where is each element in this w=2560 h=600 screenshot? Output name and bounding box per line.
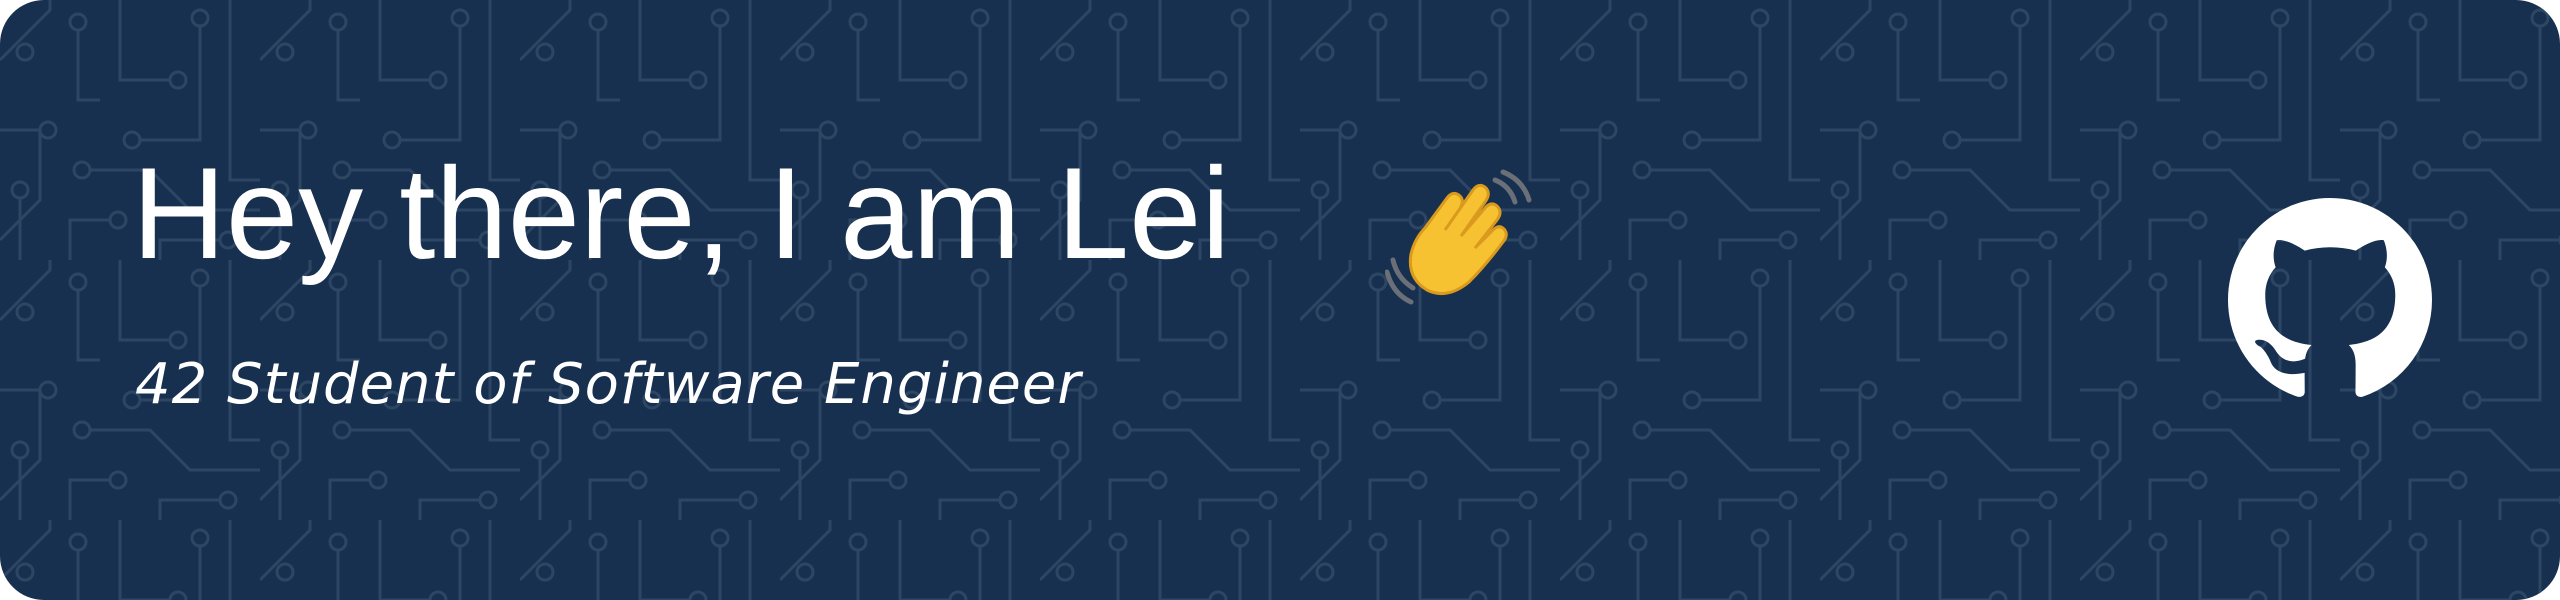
circuit-background bbox=[0, 0, 2560, 600]
profile-banner: Hey there, I am Lei 42 Student of Softwa… bbox=[0, 0, 2560, 600]
subtitle: 42 Student of Software Engineer bbox=[135, 352, 1082, 417]
github-icon[interactable] bbox=[2228, 198, 2432, 402]
greeting-title: Hey there, I am Lei bbox=[132, 140, 1231, 286]
waving-hand-icon bbox=[1385, 169, 1532, 305]
